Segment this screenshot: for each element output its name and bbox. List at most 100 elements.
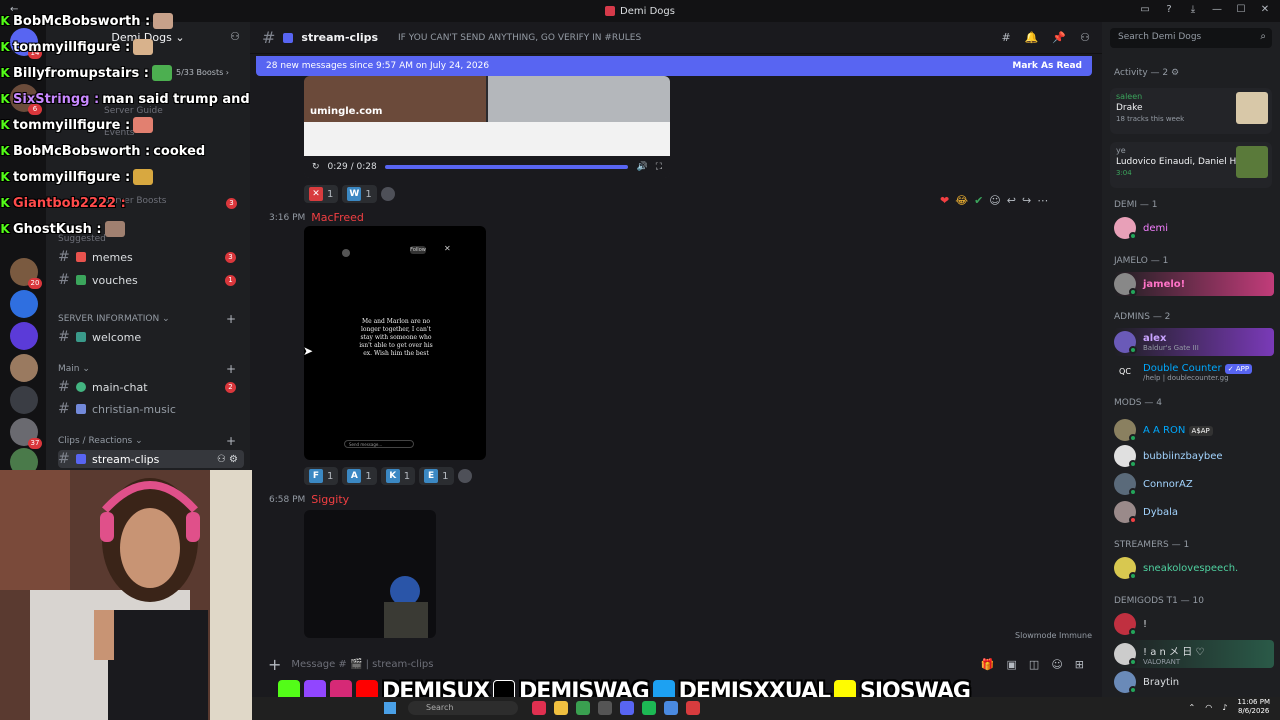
channel-vouches[interactable]: # vouches 1	[58, 271, 244, 289]
add-reaction-icon[interactable]: ☺	[989, 194, 1000, 207]
video-embed[interactable]: umingle.com ↻ 0:29 / 0:28 🔊 ⛶	[304, 76, 670, 178]
spotify-icon[interactable]	[642, 701, 656, 715]
sticker-icon[interactable]: ◫	[1029, 658, 1039, 671]
member-item[interactable]: jamelo!	[1114, 272, 1274, 296]
member-item[interactable]: bubbiinzbaybee	[1114, 444, 1274, 468]
reaction-button[interactable]: A1	[342, 467, 377, 485]
apps-icon[interactable]: ⊞	[1075, 658, 1084, 671]
replay-icon[interactable]: ↻	[312, 162, 320, 172]
members-icon[interactable]: ⚇	[1080, 31, 1090, 44]
add-member-icon[interactable]: ⚇	[230, 30, 240, 43]
boost-progress[interactable]: 5/33 Boosts ›	[176, 68, 229, 77]
category-clips[interactable]: Clips / Reactions ⌄ +	[58, 434, 244, 448]
server-icon[interactable]: 20	[10, 258, 42, 289]
pin-icon[interactable]: 📌	[1052, 31, 1066, 44]
add-reaction-icon[interactable]	[380, 187, 395, 201]
app-icon[interactable]	[576, 701, 590, 715]
reply-icon[interactable]: ↩	[1007, 194, 1016, 207]
channel-stream-clips[interactable]: # stream-clips ⚇ ⚙	[58, 450, 244, 468]
laugh-reaction-icon[interactable]: 😂	[955, 194, 968, 207]
member-item[interactable]: demi	[1114, 216, 1274, 240]
member-item[interactable]: A A RON A$AP	[1114, 416, 1274, 444]
app-icon[interactable]	[532, 701, 546, 715]
member-item[interactable]: QC Double Counter ✓ APP/help | doublecou…	[1114, 358, 1274, 386]
story-image[interactable]: Follow ✕ Me and Marlon are no longer tog…	[304, 226, 486, 460]
tray-chevron-icon[interactable]: ⌃	[1189, 703, 1196, 712]
app-icon[interactable]	[664, 701, 678, 715]
fullscreen-icon[interactable]: ⛶	[656, 162, 662, 172]
clock[interactable]: 11:06 PM 8/6/2026	[1237, 698, 1270, 716]
activity-card[interactable]: saleen Drake 18 tracks this week	[1110, 88, 1272, 134]
volume-icon[interactable]: 🔊	[636, 162, 647, 172]
new-messages-bar[interactable]: 28 new messages since 9:57 AM on July 24…	[256, 56, 1092, 76]
channel-memes[interactable]: # memes 3	[58, 248, 244, 266]
server-icon[interactable]: 37	[10, 418, 42, 449]
reaction-button[interactable]: F1	[304, 467, 339, 485]
app-icon[interactable]	[686, 701, 700, 715]
channel-label: memes	[92, 250, 133, 264]
threads-icon[interactable]: #	[1002, 31, 1011, 44]
volume-icon[interactable]: ♪	[1222, 703, 1227, 712]
member-item[interactable]: ! a n メ 日 ♡ VALORANT	[1114, 640, 1274, 668]
add-channel-icon[interactable]: +	[226, 434, 236, 448]
check-reaction-icon[interactable]: ✔	[974, 194, 983, 207]
video-thumbnail[interactable]	[304, 510, 436, 638]
member-item[interactable]: !	[1114, 612, 1274, 636]
channel-main-chat[interactable]: # main-chat 2	[58, 378, 244, 396]
server-icon[interactable]	[10, 386, 38, 414]
channel-topic[interactable]: IF YOU CAN'T SEND ANYTHING, GO VERIFY IN…	[398, 33, 641, 43]
start-icon[interactable]	[384, 702, 396, 714]
member-item[interactable]: alex Baldur's Gate III	[1114, 328, 1274, 356]
minimize-button[interactable]: —	[1210, 3, 1224, 17]
category-server-information[interactable]: SERVER INFORMATION ⌄ +	[58, 312, 244, 326]
channel-settings-icon[interactable]: ⚇ ⚙	[217, 454, 238, 465]
add-reaction-icon[interactable]	[457, 469, 472, 483]
reaction-button[interactable]: ✕ 1	[304, 185, 339, 203]
gift-icon[interactable]: 🎁	[981, 658, 995, 671]
help-icon[interactable]: ?	[1162, 3, 1176, 17]
member-item[interactable]: Braytin	[1114, 670, 1274, 694]
folder-icon[interactable]	[554, 701, 568, 715]
mark-as-read-button[interactable]: Mark As Read	[1012, 61, 1082, 71]
taskbar-search[interactable]: Search	[408, 701, 518, 715]
wifi-icon[interactable]: ◠	[1205, 703, 1212, 712]
reaction-button[interactable]: K1	[380, 467, 416, 485]
server-icon[interactable]	[10, 322, 38, 350]
emoji-icon[interactable]: ☺	[1051, 658, 1062, 671]
message-author[interactable]: MacFreed	[311, 211, 364, 224]
download-icon[interactable]: ⤓	[1186, 3, 1200, 17]
server-icon[interactable]	[10, 290, 38, 318]
activity-card[interactable]: ye Ludovico Einaudi, Daniel H... 3:04	[1110, 142, 1272, 188]
member-item[interactable]: ConnorAZ	[1114, 472, 1274, 496]
member-item[interactable]: Dybala	[1114, 500, 1274, 524]
app-icon[interactable]	[598, 701, 612, 715]
forward-icon[interactable]: ↪	[1022, 194, 1031, 207]
maximize-button[interactable]: ☐	[1234, 3, 1248, 17]
bell-icon[interactable]: 🔔	[1025, 31, 1039, 44]
server-icon[interactable]	[10, 354, 38, 382]
upload-plus-icon[interactable]: +	[268, 655, 281, 674]
add-channel-icon[interactable]: +	[226, 312, 236, 326]
composer-placeholder[interactable]: Message # 🎬 | stream-clips	[291, 659, 433, 670]
add-channel-icon[interactable]: +	[226, 362, 236, 376]
member-item[interactable]: sneakolovespeech.	[1114, 556, 1274, 580]
gif-icon[interactable]: ▣	[1007, 658, 1017, 671]
avatar	[1114, 217, 1137, 240]
reaction-button[interactable]: W1	[342, 185, 377, 203]
video-progress-bar[interactable]	[384, 165, 629, 169]
inbox-icon[interactable]: ▭	[1138, 3, 1152, 17]
channel-welcome[interactable]: # welcome	[58, 328, 244, 346]
message-author[interactable]: Siggity	[311, 493, 349, 506]
discord-icon[interactable]	[620, 701, 634, 715]
reaction-count: 1	[327, 188, 334, 200]
search-input[interactable]: Search Demi Dogs ⌕	[1110, 28, 1272, 48]
channel-label: vouches	[92, 273, 138, 287]
reaction-button[interactable]: E1	[419, 467, 454, 485]
message-composer[interactable]: + Message # 🎬 | stream-clips 🎁 ▣ ◫ ☺ ⊞	[258, 650, 1094, 678]
close-button[interactable]: ✕	[1258, 3, 1272, 17]
more-icon[interactable]: ⋯	[1037, 194, 1048, 207]
check-emoji-icon	[76, 275, 86, 285]
channel-christian-music[interactable]: # christian-music	[58, 400, 244, 418]
heart-reaction-icon[interactable]: ❤	[940, 194, 949, 207]
category-main[interactable]: Main ⌄ +	[58, 362, 244, 376]
